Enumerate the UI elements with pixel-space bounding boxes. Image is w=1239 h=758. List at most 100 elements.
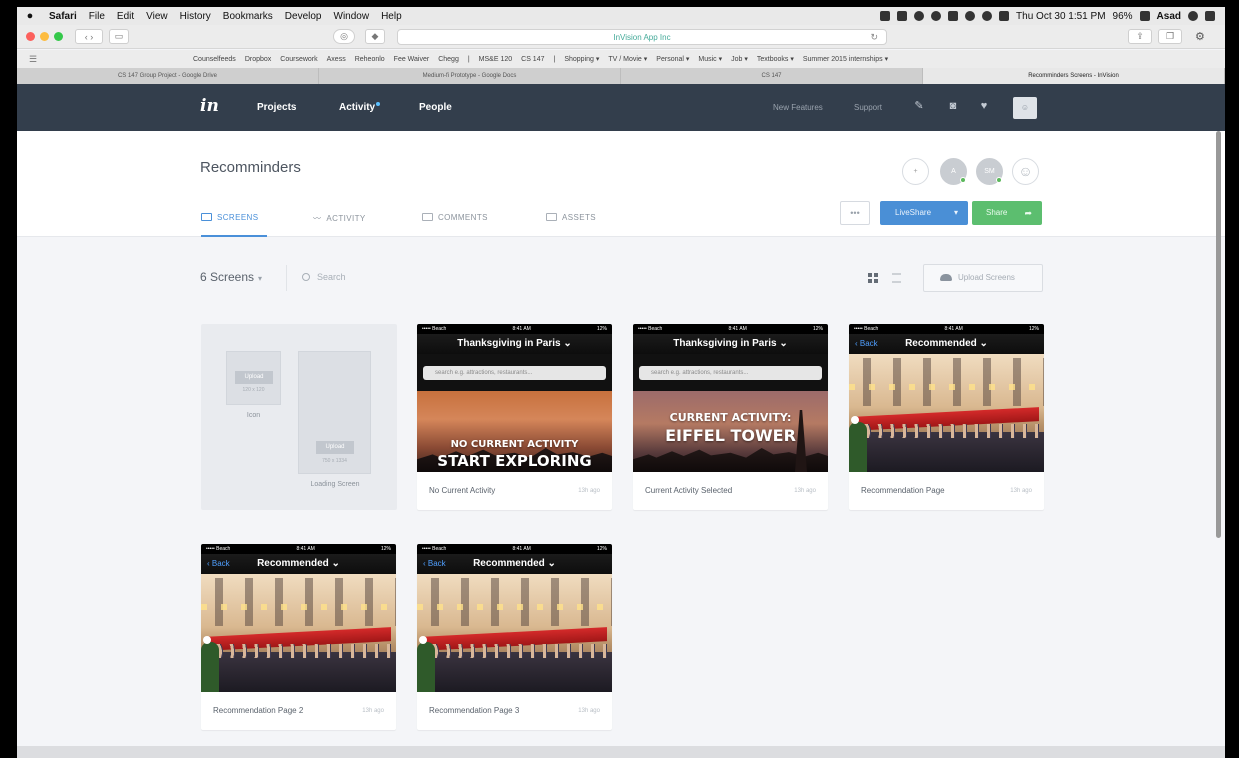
owner-avatar[interactable]: ☺ — [1012, 158, 1039, 185]
screen-count-dropdown[interactable]: 6 Screens ▾ — [200, 270, 262, 284]
tab-screens[interactable]: SCREENS — [201, 213, 258, 222]
browser-tab[interactable]: Medium-fi Prototype - Google Docs — [319, 68, 621, 84]
more-button[interactable]: ••• — [840, 201, 870, 225]
tab-activity[interactable]: 〰 ACTIVITY — [313, 213, 366, 224]
invision-logo[interactable]: in — [200, 96, 219, 116]
bookmark[interactable]: Reheonlo — [355, 56, 385, 63]
collaborator-avatar[interactable]: SM — [976, 158, 1003, 185]
notification-icon[interactable] — [1205, 11, 1215, 21]
tabs-icon[interactable]: ❐ — [1158, 29, 1182, 44]
nav-projects[interactable]: Projects — [257, 102, 296, 113]
screen-card[interactable]: ••••• Beach 8:41 AM 12% Thanksgiving in Pa… — [633, 324, 828, 510]
bookmark[interactable]: CS 147 — [521, 56, 544, 63]
bookmark[interactable]: Axess — [327, 56, 346, 63]
bookmark[interactable]: Coursework — [280, 56, 317, 63]
wifi-icon[interactable] — [982, 11, 993, 21]
menu-view[interactable]: View — [140, 11, 174, 22]
upload-screens-button[interactable]: Upload Screens — [923, 264, 1043, 292]
close-window-button[interactable] — [26, 32, 35, 41]
bookmark-folder[interactable]: TV / Movie ▾ — [608, 55, 647, 63]
menu-safari[interactable]: Safari — [43, 11, 83, 22]
browser-tab[interactable]: CS 147 Group Project - Google Drive — [17, 68, 319, 84]
nav-activity[interactable]: Activity — [339, 102, 381, 113]
camera-icon[interactable]: ◙ — [947, 100, 959, 112]
zoom-window-button[interactable] — [54, 32, 63, 41]
tab-comments[interactable]: COMMENTS — [422, 213, 488, 222]
liveshare-button[interactable]: LiveShare ▾ — [880, 201, 968, 225]
status-icon-6[interactable] — [965, 11, 976, 21]
bookmark-folder[interactable]: Summer 2015 internships ▾ — [803, 55, 888, 63]
user-avatar[interactable]: ☺ — [1013, 97, 1037, 119]
screen-card[interactable]: ••••• Beach 8:41 AM 12% ‹ Back Recommended … — [201, 544, 396, 730]
screen-card[interactable]: ••••• Beach 8:41 AM 12% Thanksgiving in Pa… — [417, 324, 612, 510]
settings-icon[interactable]: ⚙ — [1195, 30, 1205, 43]
screen-thumbnail[interactable]: ••••• Beach 8:41 AM 12% Thanksgiving in Pa… — [417, 324, 612, 472]
pencil-icon[interactable]: ✎ — [913, 100, 925, 112]
status-icon-3[interactable] — [914, 11, 925, 21]
collaborator-avatar[interactable]: A — [940, 158, 967, 185]
icon-upload-slot[interactable]: Upload 120 x 120 — [226, 351, 281, 405]
add-collaborator-button[interactable]: + — [902, 158, 929, 185]
user-name[interactable]: Asad — [1157, 11, 1181, 22]
bookmark[interactable]: Fee Waiver — [394, 56, 430, 63]
screen-thumbnail[interactable]: ••••• Beach 8:41 AM 12% ‹ Back Recommended … — [849, 324, 1044, 472]
screen-name[interactable]: Recommendation Page — [861, 486, 945, 495]
status-icon-5[interactable] — [948, 11, 959, 21]
tab-assets[interactable]: ASSETS — [546, 213, 596, 222]
reload-icon[interactable]: ↻ — [870, 32, 878, 43]
menu-help[interactable]: Help — [375, 11, 408, 22]
menu-bookmarks[interactable]: Bookmarks — [217, 11, 279, 22]
bookmark-folder[interactable]: Music ▾ — [698, 55, 722, 63]
nav-people[interactable]: People — [419, 102, 452, 113]
heart-icon[interactable]: ♥ — [978, 100, 990, 112]
loading-upload-button[interactable]: Upload — [316, 441, 354, 454]
screen-card[interactable]: ••••• Beach 8:41 AM 12% ‹ Back Recommended … — [417, 544, 612, 730]
apple-icon[interactable]: ● — [17, 10, 43, 22]
list-view-icon[interactable] — [892, 273, 901, 283]
search-field[interactable]: Search — [302, 272, 346, 282]
browser-tab[interactable]: CS 147 — [621, 68, 923, 84]
page-scrollbar[interactable] — [1216, 131, 1221, 538]
menu-history[interactable]: History — [174, 11, 217, 22]
menu-window[interactable]: Window — [328, 11, 376, 22]
volume-icon[interactable] — [999, 11, 1010, 21]
browser-tab-active[interactable]: Recomminders Screens - InVision — [923, 68, 1225, 84]
bookmark-folder[interactable]: Personal ▾ — [656, 55, 689, 63]
bookmark-folder[interactable]: Textbooks ▾ — [757, 55, 794, 63]
address-bar[interactable]: InVision App Inc ↻ — [397, 29, 887, 45]
icon-upload-button[interactable]: Upload — [235, 371, 273, 384]
bookmark[interactable]: Dropbox — [245, 56, 271, 63]
screen-thumbnail[interactable]: ••••• Beach 8:41 AM 12% ‹ Back Recommended … — [417, 544, 612, 692]
bookmark[interactable]: Counselfeeds — [193, 56, 236, 63]
nav-support[interactable]: Support — [854, 103, 882, 112]
grid-view-icon[interactable] — [868, 273, 878, 283]
minimize-window-button[interactable] — [40, 32, 49, 41]
status-icon-1[interactable] — [880, 11, 891, 21]
screen-thumbnail[interactable]: ••••• Beach 8:41 AM 12% Thanksgiving in Pa… — [633, 324, 828, 472]
bookmark-folder[interactable]: Shopping ▾ — [564, 55, 599, 63]
battery-percent[interactable]: 96% — [1113, 11, 1133, 22]
menu-edit[interactable]: Edit — [111, 11, 140, 22]
status-icon-4[interactable] — [931, 11, 942, 21]
pocket-icon[interactable]: ◆ — [365, 29, 385, 44]
sidebar-icon[interactable]: ▭ — [109, 29, 129, 44]
screen-name[interactable]: Recommendation Page 2 — [213, 706, 303, 715]
screen-name[interactable]: No Current Activity — [429, 486, 495, 495]
back-forward-button[interactable]: ‹ › — [75, 29, 103, 44]
share-button[interactable]: Share ➦ — [972, 201, 1042, 225]
reader-icon[interactable]: ◎ — [333, 29, 355, 44]
screen-card[interactable]: ••••• Beach 8:41 AM 12% ‹ Back Recommended … — [849, 324, 1044, 510]
share-icon[interactable]: ⇪ — [1128, 29, 1152, 44]
menu-develop[interactable]: Develop — [279, 11, 328, 22]
nav-new-features[interactable]: New Features — [773, 103, 823, 112]
spotlight-icon[interactable] — [1188, 11, 1198, 21]
bookmark-folder[interactable]: Job ▾ — [731, 55, 748, 63]
clock[interactable]: Thu Oct 30 1:51 PM — [1016, 11, 1106, 22]
reading-list-icon[interactable]: ☰ — [29, 54, 37, 65]
bookmark[interactable]: MS&E 120 — [479, 56, 512, 63]
screen-thumbnail[interactable]: ••••• Beach 8:41 AM 12% ‹ Back Recommended … — [201, 544, 396, 692]
loading-upload-slot[interactable]: Upload 750 x 1334 — [298, 351, 371, 474]
battery-icon[interactable] — [1139, 11, 1150, 21]
screen-name[interactable]: Current Activity Selected — [645, 486, 732, 495]
status-icon-2[interactable] — [897, 11, 908, 21]
